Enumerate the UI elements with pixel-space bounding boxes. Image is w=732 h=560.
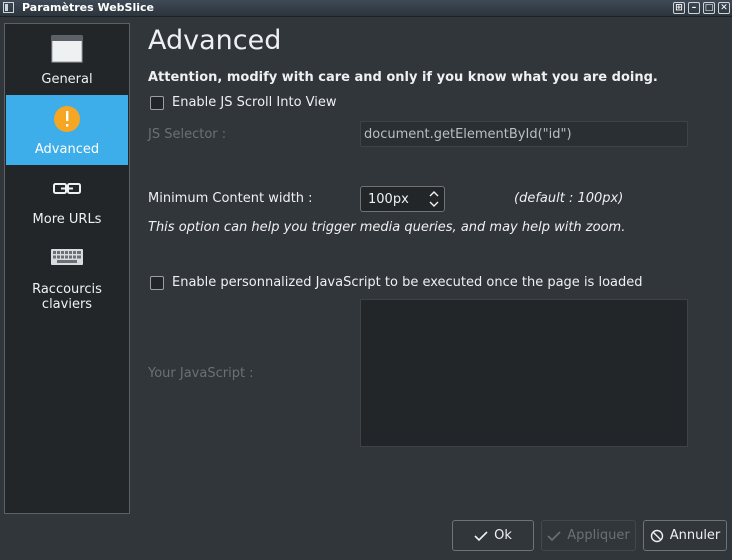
window-title: Paramètres WebSlice <box>22 1 154 14</box>
spin-down-icon[interactable] <box>428 199 440 209</box>
js-scroll-label: Enable JS Scroll Into View <box>172 95 337 110</box>
window-icon <box>51 35 83 63</box>
js-scroll-option[interactable]: Enable JS Scroll Into View <box>150 95 337 110</box>
checkmark-icon <box>547 530 561 541</box>
apply-button-label: Appliquer <box>567 528 630 543</box>
link-icon <box>53 183 81 194</box>
sidebar-item-label: General <box>41 72 93 87</box>
sidebar-item-more-urls[interactable]: More URLs <box>6 165 128 235</box>
apply-button[interactable]: Appliquer <box>541 520 636 551</box>
js-selector-label: JS Selector : <box>148 127 227 142</box>
window-controls: ⊞ – □ ✕ <box>673 2 730 14</box>
sidebar-item-label: More URLs <box>32 212 102 227</box>
custom-js-checkbox[interactable] <box>150 275 164 290</box>
cancel-button-label: Annuler <box>669 528 721 543</box>
window-titlebar[interactable]: Paramètres WebSlice ⊞ – □ ✕ <box>0 0 732 17</box>
minimize-icon[interactable]: – <box>688 2 700 14</box>
ok-button[interactable]: Ok <box>452 520 534 551</box>
close-icon[interactable]: ✕ <box>718 2 730 14</box>
min-width-spinbox[interactable]: 100px <box>360 186 445 212</box>
sidebar-item-general[interactable]: General <box>6 25 128 95</box>
spin-up-icon[interactable] <box>428 189 440 199</box>
checkmark-icon <box>474 530 488 541</box>
sidebar-item-advanced[interactable]: Advanced <box>6 95 128 165</box>
settings-sidebar: General Advanced More URLs Raccourcis cl… <box>4 23 130 514</box>
keep-above-icon[interactable]: ⊞ <box>673 2 685 14</box>
min-width-value[interactable]: 100px <box>368 192 409 207</box>
warning-text: Attention, modify with care and only if … <box>148 70 658 85</box>
sidebar-item-shortcuts[interactable]: Raccourcis claviers <box>6 235 128 312</box>
cancel-button[interactable]: Annuler <box>643 520 727 551</box>
maximize-icon[interactable]: □ <box>703 2 715 14</box>
sidebar-item-label: Advanced <box>34 142 100 157</box>
min-width-default-hint: (default : 100px) <box>514 191 624 206</box>
min-width-label: Minimum Content width : <box>148 191 313 206</box>
custom-js-label: Enable personnalized JavaScript to be ex… <box>172 275 643 290</box>
warning-icon <box>54 106 80 132</box>
ok-button-label: Ok <box>494 528 512 543</box>
js-selector-input[interactable] <box>360 121 688 147</box>
your-js-textarea[interactable] <box>360 299 688 447</box>
keyboard-icon <box>51 249 83 265</box>
page-title: Advanced <box>148 25 282 56</box>
js-scroll-checkbox[interactable] <box>150 95 164 110</box>
cancel-icon <box>650 529 663 542</box>
zoom-hint: This option can help you trigger media q… <box>148 220 626 235</box>
sidebar-item-label: Raccourcis claviers <box>32 282 102 312</box>
app-icon <box>3 2 14 13</box>
custom-js-option[interactable]: Enable personnalized JavaScript to be ex… <box>150 275 643 290</box>
your-js-label: Your JavaScript : <box>148 366 254 381</box>
